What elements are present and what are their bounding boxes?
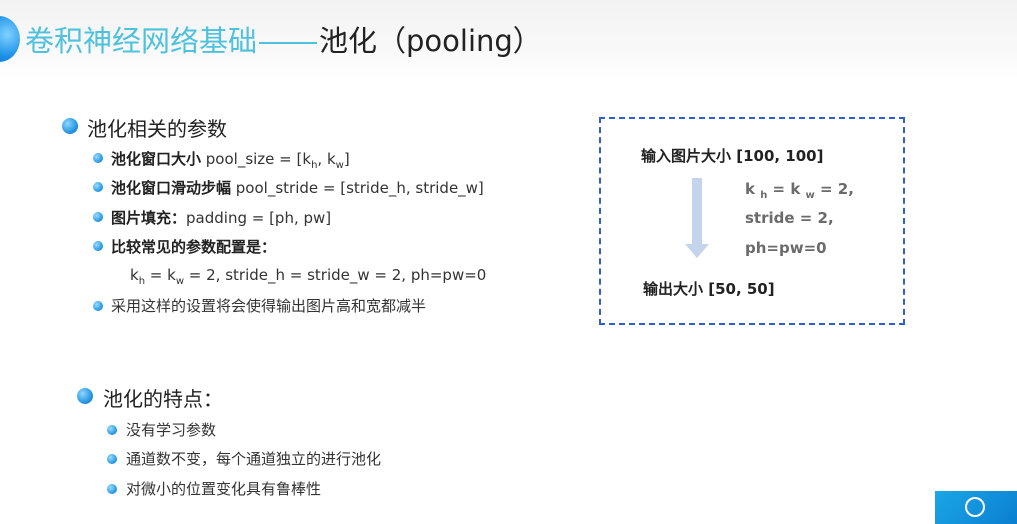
list-item-channels: 通道数不变，每个通道独立的进行池化 [126,450,382,468]
diagram-output-size: 输出大小 [50, 50] [643,280,775,298]
bullet-icon [107,484,117,494]
bullet-icon [93,212,103,222]
list-item-pool-stride: 池化窗口滑动步幅 pool_stride = [stride_h, stride… [111,179,484,197]
list-item-robustness: 对微小的位置变化具有鲁棒性 [126,480,322,498]
diagram-param-kernel: k h = k w = 2, [745,180,854,201]
title-dash [259,42,318,44]
bullet-icon [93,153,103,163]
bullet-icon [107,454,117,464]
section1-heading: 池化相关的参数 [87,117,227,141]
list-item-common-config: 比较常见的参数配置是： [111,238,277,256]
logo-ring-icon [965,497,985,517]
diagram-input-size: 输入图片大小 [100, 100] [641,147,824,165]
section2-bullet-icon [77,388,93,404]
list-item-halving: 采用这样的设置将会使得输出图片高和宽都减半 [111,297,427,315]
list-item-no-params: 没有学习参数 [126,421,217,439]
bullet-icon [93,182,103,192]
page-title: 卷积神经网络基础 池化（pooling） [25,22,542,60]
list-item-config-formula: kh = kw = 2, stride_h = stride_w = 2, ph… [130,266,487,287]
down-arrow-icon [685,244,709,258]
diagram-param-padding: ph=pw=0 [745,239,827,257]
section2-heading: 池化的特点： [103,387,223,411]
bullet-icon [107,425,117,435]
bullet-icon [93,241,103,251]
section1-bullet-icon [62,118,78,134]
title-part1: 卷积神经网络基础 [25,24,258,58]
title-part2: 池化（pooling） [319,24,542,58]
down-arrow-shaft [692,178,702,244]
list-item-pool-size: 池化窗口大小 pool_size = [kh, kw] [111,150,350,171]
list-item-padding: 图片填充：padding = [ph, pw] [111,209,332,227]
bullet-icon [93,301,103,311]
diagram-param-stride: stride = 2, [745,209,834,227]
